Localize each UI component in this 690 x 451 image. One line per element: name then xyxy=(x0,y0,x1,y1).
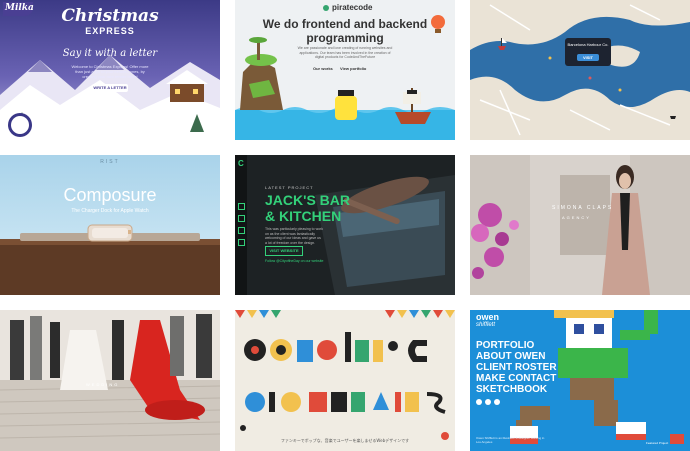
milka-title-line2: EXPRESS xyxy=(85,26,135,36)
jacks-logo: C xyxy=(238,159,244,168)
write-letter-button[interactable]: WRITE A LETTER xyxy=(92,84,128,92)
owen-featured-project: Featured Project xyxy=(646,441,669,445)
good-music-footer-text: ファンキーでポップな、音楽でユーザーを楽しませるWebデザインです xyxy=(280,438,410,443)
milka-tagline: Say it with a letter xyxy=(62,48,158,59)
jacks-body-text: This was particularly pleasing to work o… xyxy=(265,227,323,245)
tablet-hand-photo xyxy=(235,155,455,295)
tile-milka-christmas-express[interactable]: Milka Christmas EXPRESS Say it with a le… xyxy=(0,0,220,140)
tile-composure[interactable]: RIST Composure The Charger Dock for Appl… xyxy=(0,155,220,295)
good-music-illustration xyxy=(235,310,455,440)
owen-social-icon-2[interactable] xyxy=(485,399,491,405)
tile-harbour-map[interactable]: Barcelona Harbour Co. VISIT xyxy=(470,0,690,140)
watch-dock-illustration xyxy=(0,224,220,295)
owen-social-icon-1[interactable] xyxy=(476,399,482,405)
tile-jacks-bar[interactable]: C LATEST PROJECT JACK'S BAR & KITCHEN Th… xyxy=(235,155,455,295)
owen-logo-line1: owen xyxy=(476,312,500,322)
jacks-title-line2: & KITCHEN xyxy=(265,208,342,224)
owen-menu-about[interactable]: ABOUT OWEN xyxy=(476,351,545,362)
tile-wedding[interactable]: WEDDING xyxy=(0,310,220,451)
owen-social-icon-3[interactable] xyxy=(494,399,500,405)
jacks-sidebar-icon-3[interactable] xyxy=(238,227,245,234)
fashion-name: SIMONA CLAPS xyxy=(552,205,614,211)
visit-website-button[interactable]: VISIT WEBSITE xyxy=(265,246,303,256)
owen-logo-line2: shifflett xyxy=(476,322,496,328)
owen-menu-portfolio[interactable]: PORTFOLIO xyxy=(476,340,534,351)
jacks-footer-link[interactable]: Follow @CityoftheDay on our website xyxy=(265,259,323,263)
owen-menu-make-contact[interactable]: MAKE CONTACT xyxy=(476,373,556,384)
jacks-sidebar-icon-2[interactable] xyxy=(238,215,245,222)
map-popup-title: Barcelona Harbour Co. xyxy=(567,42,609,47)
tile-good-music[interactable]: ファンキーでポップな、音楽でユーザーを楽しませるWebデザインです xyxy=(235,310,455,451)
jacks-title-line1: JACK'S BAR xyxy=(265,192,351,208)
harbour-map xyxy=(470,0,690,140)
jacks-label: LATEST PROJECT xyxy=(265,185,314,190)
wedding-caption: WEDDING xyxy=(86,382,120,387)
owen-menu-sketchbook[interactable]: SKETCHBOOK xyxy=(476,384,547,395)
wedding-photo xyxy=(0,310,220,451)
fashion-photo xyxy=(470,155,690,295)
tile-piratecode[interactable]: piratecode We do frontend and backend pr… xyxy=(235,0,455,140)
tile-fashion[interactable]: SIMONA CLAPS AGENCY xyxy=(470,155,690,295)
milka-title-line1: Christmas xyxy=(61,6,159,26)
owen-menu-client-roster[interactable]: CLIENT ROSTER xyxy=(476,362,557,373)
owen-footer-text: Owen Shifflett is an illustrator & desig… xyxy=(476,436,545,444)
fashion-subtitle: AGENCY xyxy=(562,215,591,220)
tile-owen-shifflett[interactable]: owen shifflett PORTFOLIO ABOUT OWEN CLIE… xyxy=(470,310,690,451)
jacks-sidebar-icon-1[interactable] xyxy=(238,203,245,210)
milka-body-text: Welcome to Christmas Express! Offer more… xyxy=(71,64,149,79)
map-popup-button[interactable]: VISIT xyxy=(577,54,599,61)
jacks-sidebar-icon-4[interactable] xyxy=(238,239,245,246)
pirate-island-illustration xyxy=(235,15,455,140)
